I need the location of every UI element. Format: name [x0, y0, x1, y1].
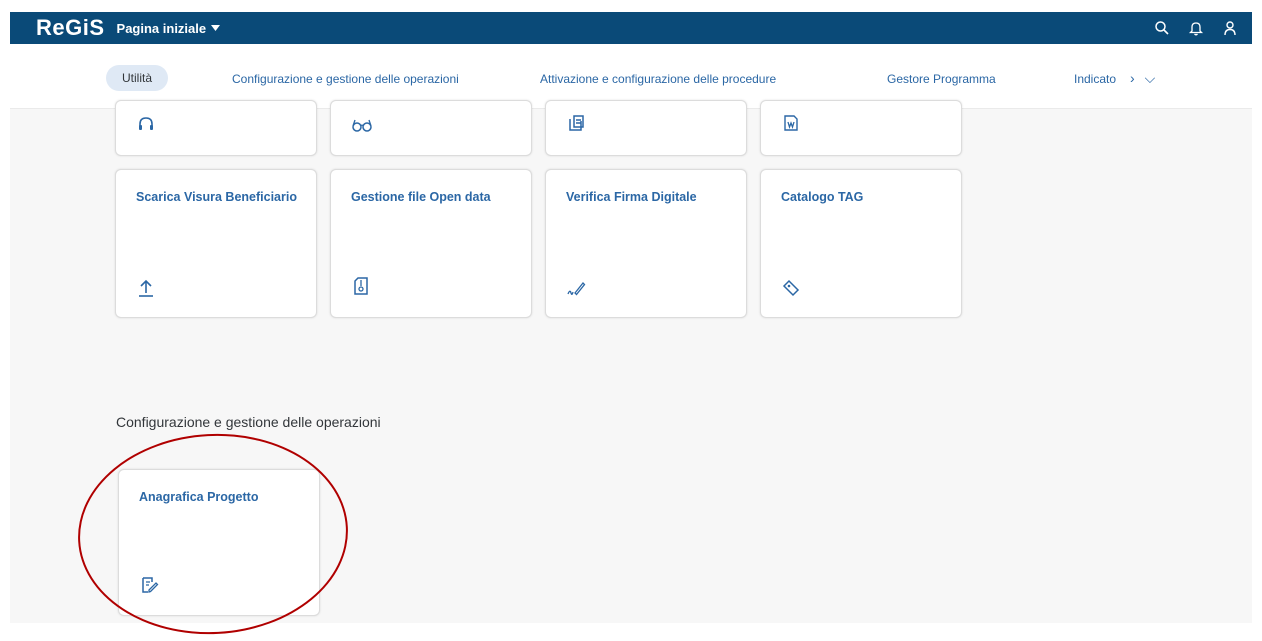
- user-icon[interactable]: [1222, 20, 1238, 36]
- tile-label: Gestione file Open data: [351, 190, 491, 204]
- tile-gestione-open-data[interactable]: Gestione file Open data: [330, 169, 532, 318]
- search-icon[interactable]: [1154, 20, 1170, 36]
- anchor-navigation-bar: Utilità Configurazione e gestione delle …: [10, 44, 1252, 108]
- chevron-right-icon[interactable]: ›: [1130, 70, 1135, 87]
- zip-file-icon: [351, 276, 371, 296]
- tab-gestore-programma[interactable]: Gestore Programma: [887, 72, 996, 86]
- regis-logo[interactable]: ReGiS: [36, 15, 105, 41]
- tile-documents[interactable]: [545, 100, 747, 156]
- tile-label: Verifica Firma Digitale: [566, 190, 697, 204]
- shell-bar: ReGiS Pagina iniziale: [10, 12, 1252, 44]
- tile-label: Scarica Visura Beneficiario: [136, 190, 297, 204]
- caret-down-icon: [211, 25, 221, 31]
- tab-utilita[interactable]: Utilità: [106, 65, 169, 91]
- chevron-down-icon[interactable]: ⌵: [1145, 70, 1156, 87]
- bell-icon[interactable]: [1188, 20, 1204, 36]
- document-stack-icon: [566, 113, 586, 133]
- page-title: Pagina iniziale: [116, 20, 207, 36]
- headset-icon: [136, 115, 156, 135]
- tile-verifica-firma[interactable]: Verifica Firma Digitale: [545, 169, 747, 318]
- section-title: Configurazione e gestione delle operazio…: [116, 414, 381, 430]
- signature-icon: [566, 278, 586, 298]
- tab-indicatori[interactable]: Indicato: [1074, 72, 1116, 86]
- shell-actions: [1154, 20, 1238, 36]
- tile-glasses[interactable]: [330, 100, 532, 156]
- word-document-icon: [781, 113, 801, 133]
- tile-headset[interactable]: [115, 100, 317, 156]
- tags-icon: [781, 278, 801, 298]
- tab-attivazione-configurazione[interactable]: Attivazione e configurazione delle proce…: [540, 72, 776, 86]
- tile-scarica-visura[interactable]: Scarica Visura Beneficiario: [115, 169, 317, 318]
- tab-configurazione-gestione[interactable]: Configurazione e gestione delle operazio…: [232, 72, 459, 86]
- tile-word-document[interactable]: [760, 100, 962, 156]
- page-title-menu[interactable]: Pagina iniziale: [117, 21, 221, 36]
- glasses-icon: [351, 117, 372, 137]
- upload-icon: [136, 278, 156, 298]
- launchpad-canvas: Utilità Configurazione e gestione delle …: [10, 44, 1252, 641]
- tile-catalogo-tag[interactable]: Catalogo TAG: [760, 169, 962, 318]
- tile-label: Catalogo TAG: [781, 190, 864, 204]
